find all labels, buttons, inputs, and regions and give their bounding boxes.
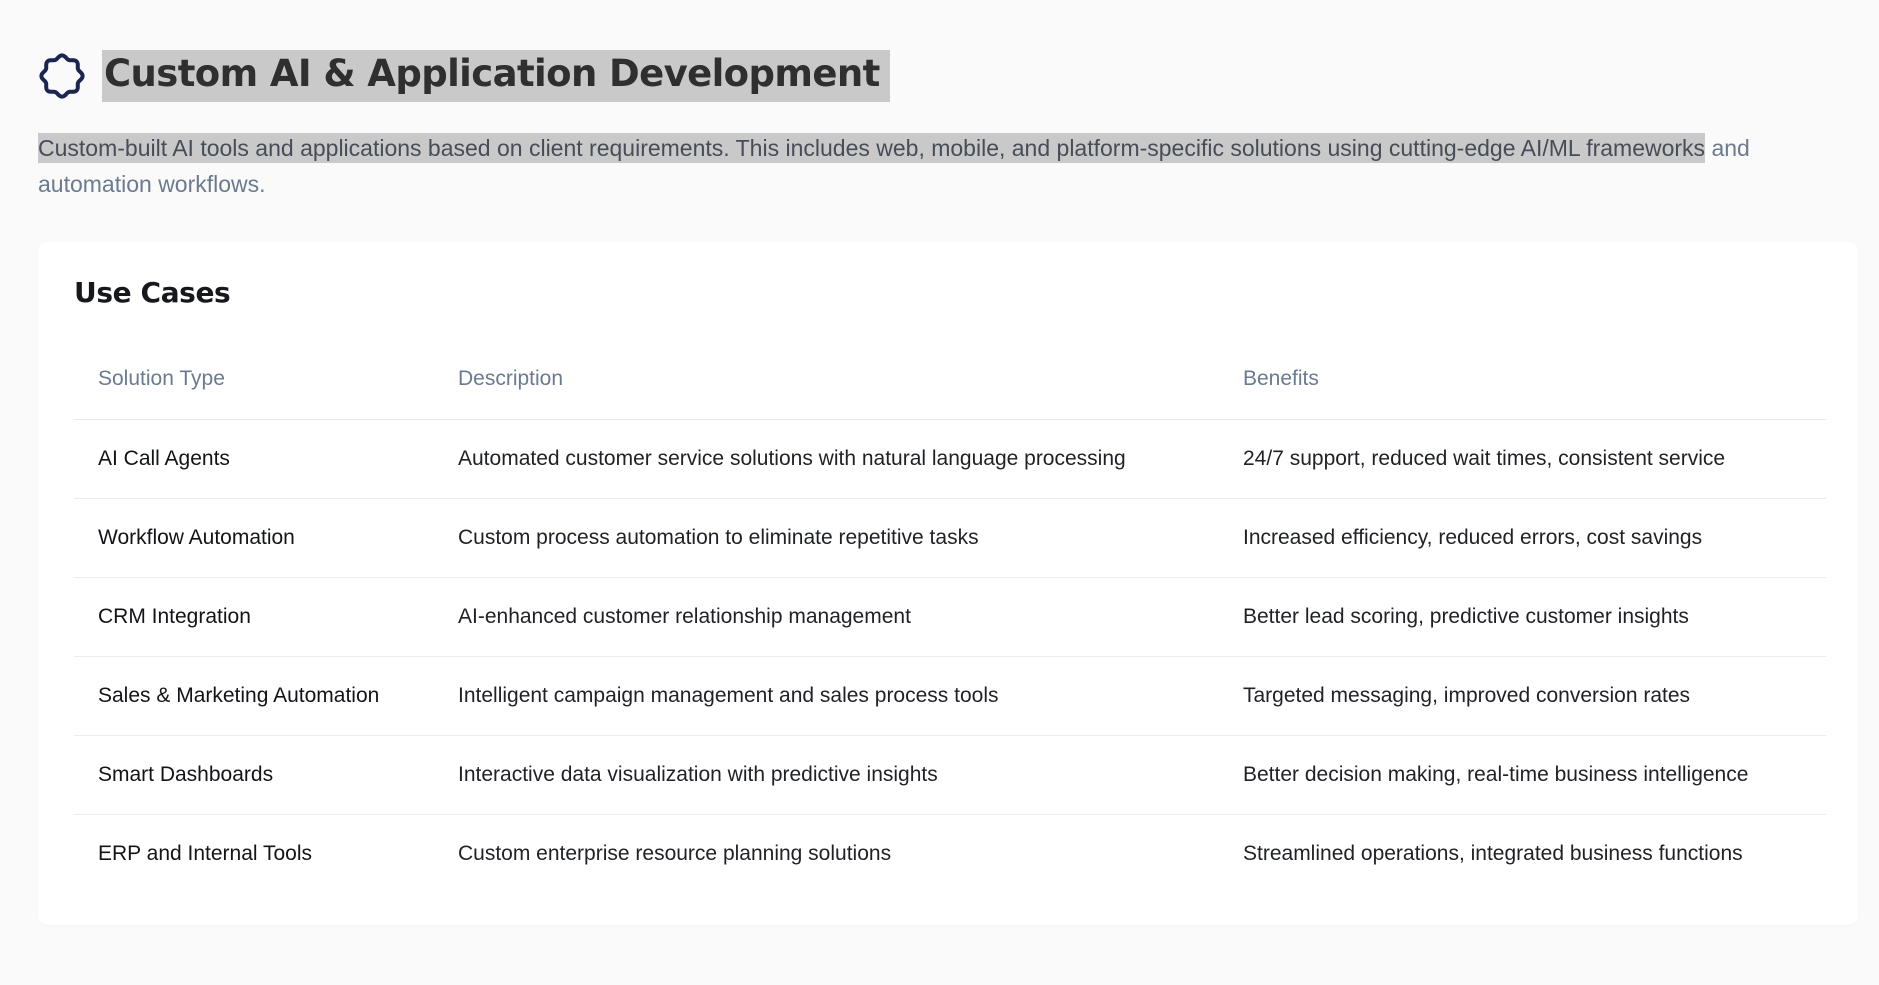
description-cell: Custom enterprise resource planning solu… xyxy=(458,842,892,865)
description-cell: AI-enhanced customer relationship manage… xyxy=(434,577,1219,657)
table-header-row: Solution Type Description Benefits xyxy=(74,339,1826,420)
description-cell: Interactive data visualization with pred… xyxy=(434,735,1219,815)
benefits-cell: 24/7 support, reduced wait times, consis… xyxy=(1219,419,1826,499)
solution-type-cell: AI Call Agents xyxy=(74,419,434,499)
column-header-description: Description xyxy=(434,339,1219,420)
solution-type-cell: Workflow Automation xyxy=(74,498,434,578)
solution-type-cell: CRM Integration xyxy=(74,577,434,657)
section-intro: Custom-built AI tools and applications b… xyxy=(38,130,1838,202)
solution-type-cell: Smart Dashboards xyxy=(74,735,434,815)
intro-highlighted-text: Custom-built AI tools and applications b… xyxy=(38,133,1706,164)
table-row: Sales & Marketing Automation Intelligent… xyxy=(74,656,1826,736)
solution-type-cell: ERP and Internal Tools xyxy=(98,842,313,865)
benefits-cell: Targeted messaging, improved conversion … xyxy=(1219,656,1826,736)
use-cases-title: Use Cases xyxy=(74,276,231,309)
benefits-cell: Streamlined operations, integrated busin… xyxy=(1243,842,1743,865)
description-cell: Intelligent campaign management and sale… xyxy=(434,656,1219,736)
table-row: CRM Integration AI-enhanced customer rel… xyxy=(74,577,1826,657)
benefits-cell: Better lead scoring, predictive customer… xyxy=(1219,577,1826,657)
solution-type-cell: Sales & Marketing Automation xyxy=(74,656,434,736)
table-row: Workflow Automation Custom process autom… xyxy=(74,498,1826,578)
section-header: Custom AI & Application Development xyxy=(38,0,1841,103)
page-title: Custom AI & Application Development xyxy=(102,50,890,103)
column-header-solution-type: Solution Type xyxy=(74,339,434,420)
benefits-cell: Better decision making, real-time busine… xyxy=(1219,735,1826,815)
table-row: AI Call Agents Automated customer servic… xyxy=(74,419,1826,499)
description-cell: Automated customer service solutions wit… xyxy=(434,419,1219,499)
scalloped-circle-icon xyxy=(39,53,85,99)
table-row: Smart Dashboards Interactive data visual… xyxy=(74,735,1826,815)
description-cell: Custom process automation to eliminate r… xyxy=(434,498,1219,578)
table-row: ERP and Internal Tools Custom enterprise… xyxy=(74,815,1826,894)
benefits-cell: Increased efficiency, reduced errors, co… xyxy=(1219,498,1826,578)
use-cases-card: Use Cases Solution Type Description Bene… xyxy=(38,242,1858,925)
column-header-benefits: Benefits xyxy=(1219,339,1826,420)
page: Custom AI & Application Development Cust… xyxy=(0,0,1879,985)
use-cases-table: Solution Type Description Benefits AI Ca… xyxy=(74,339,1826,893)
